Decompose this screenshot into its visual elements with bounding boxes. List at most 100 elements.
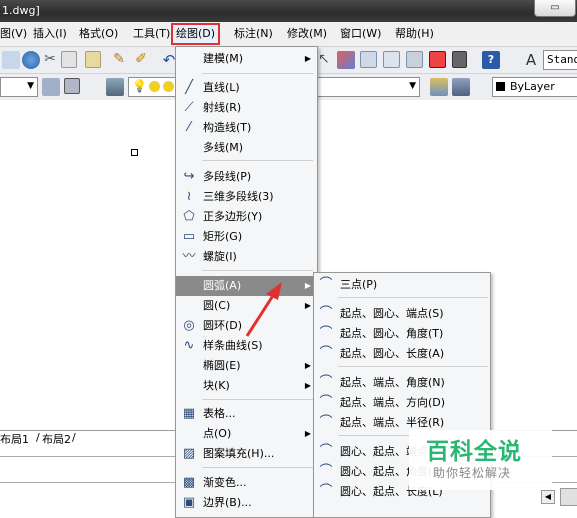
rectangle-icon: ▭ xyxy=(182,229,196,244)
separator xyxy=(202,73,313,74)
sun-icon xyxy=(149,81,160,92)
copy-icon[interactable] xyxy=(61,51,77,68)
ray-icon: ⟋ xyxy=(184,100,194,115)
arc-start-center-end[interactable]: ⌒ 起点、圆心、端点(S) xyxy=(314,304,490,324)
arc-icon: ⌒ xyxy=(319,277,333,292)
design-center-icon[interactable] xyxy=(360,51,377,68)
polygon-icon: ⬠ xyxy=(183,209,195,224)
donut-icon: ◎ xyxy=(183,318,195,333)
watermark: 百科全说 助你轻松解决 xyxy=(409,430,552,490)
separator xyxy=(202,467,313,468)
restore-button[interactable]: ▭ xyxy=(534,0,576,17)
match-properties-icon[interactable]: ✐ xyxy=(132,51,150,69)
menu-item-polyline[interactable]: ↪ 多段线(P) xyxy=(176,167,317,187)
tab-separator: / xyxy=(72,431,76,444)
cut-icon[interactable]: ✂ xyxy=(41,51,59,69)
arc-icon: ⌒ xyxy=(319,346,333,361)
gradient-icon: ▩ xyxy=(182,475,196,490)
properties-icon[interactable] xyxy=(337,51,355,69)
print-icon[interactable] xyxy=(2,51,20,69)
arc-start-end-direction[interactable]: ⌒ 起点、端点、方向(D) xyxy=(314,393,490,413)
spline-icon: ∿ xyxy=(183,338,195,353)
menu-item-ellipse[interactable]: 椭圆(E) ▶ xyxy=(176,356,317,376)
menu-item-block[interactable]: 块(K) ▶ xyxy=(176,376,317,396)
arc-start-end-angle[interactable]: ⌒ 起点、端点、角度(N) xyxy=(314,373,490,393)
pan-icon[interactable]: ↖ xyxy=(318,51,336,69)
menu-view[interactable]: 图(V) xyxy=(0,26,27,42)
layer-previous-icon[interactable] xyxy=(430,78,448,96)
menu-insert[interactable]: 插入(I) xyxy=(33,26,67,42)
paste-icon[interactable] xyxy=(85,51,101,68)
menu-item-ray[interactable]: ⟋ 射线(R) xyxy=(176,98,317,118)
menu-dimension[interactable]: 标注(N) xyxy=(234,26,273,42)
line-icon: ╱ xyxy=(185,80,193,95)
arc-icon: ⌒ xyxy=(319,415,333,430)
separator xyxy=(202,270,313,271)
menu-item-rectangle[interactable]: ▭ 矩形(G) xyxy=(176,227,317,247)
arc-icon: ⌒ xyxy=(319,484,333,499)
publish-icon[interactable] xyxy=(22,51,40,69)
arc-icon: ⌒ xyxy=(319,306,333,321)
construction-line-icon: ⁄ xyxy=(187,120,191,135)
linetype-select[interactable]: ByLayer xyxy=(492,77,577,97)
menu-item-multiline[interactable]: 多线(M) xyxy=(176,138,317,158)
boundary-icon: ▣ xyxy=(182,495,196,510)
arc-start-center-length[interactable]: ⌒ 起点、圆心、长度(A) xyxy=(314,344,490,364)
tool-palettes-icon[interactable] xyxy=(383,51,400,68)
menu-item-line[interactable]: ╱ 直线(L) xyxy=(176,78,317,98)
menu-item-boundary[interactable]: ▣ 边界(B)... xyxy=(176,493,317,513)
lightbulb-icon: 💡 xyxy=(132,79,147,93)
arc-icon: ⌒ xyxy=(319,444,333,459)
table-icon: ▦ xyxy=(182,406,196,421)
title-bar: 1.dwg] ▭ xyxy=(0,0,577,22)
arc-three-points[interactable]: ⌒ 三点(P) xyxy=(314,275,490,295)
menu-item-3d-polyline[interactable]: ≀ 三维多段线(3) xyxy=(176,187,317,207)
freeze-icon xyxy=(163,81,174,92)
sheet-set-icon[interactable] xyxy=(406,51,423,68)
menu-item-gradient[interactable]: ▩ 渐变色... xyxy=(176,473,317,493)
scrollbar-thumb[interactable] xyxy=(560,488,577,506)
menu-format[interactable]: 格式(O) xyxy=(79,26,118,42)
menu-item-hatch[interactable]: ▨ 图案填充(H)... xyxy=(176,444,317,464)
watermark-subtitle: 助你轻松解决 xyxy=(433,466,512,480)
menu-modify[interactable]: 修改(M) xyxy=(287,26,327,42)
calculator-icon[interactable] xyxy=(452,51,467,68)
menu-bar: 图(V) 插入(I) 格式(O) 工具(T) 绘图(D) 标注(N) 修改(M)… xyxy=(0,22,577,47)
separator xyxy=(202,399,313,400)
workspace-select[interactable]: ▼ xyxy=(0,77,38,97)
lock-icon[interactable] xyxy=(64,78,80,94)
text-style-icon[interactable]: A xyxy=(522,51,540,69)
color-swatch-icon xyxy=(496,82,505,91)
text-style-select[interactable]: Stand xyxy=(543,50,577,70)
tab-separator: / xyxy=(36,431,40,444)
separator xyxy=(338,297,488,298)
layer-manager-icon[interactable] xyxy=(106,78,124,96)
menu-item-table[interactable]: ▦ 表格... xyxy=(176,404,317,424)
menu-window[interactable]: 窗口(W) xyxy=(340,26,381,42)
settings-icon[interactable] xyxy=(42,78,60,96)
annotation-arrow xyxy=(245,282,282,337)
separator xyxy=(338,366,488,367)
menu-item-modeling[interactable]: 建模(M) ▶ xyxy=(176,49,317,69)
arc-icon: ⌒ xyxy=(319,395,333,410)
menu-help[interactable]: 帮助(H) xyxy=(395,26,434,42)
menu-draw[interactable]: 绘图(D) xyxy=(171,23,221,45)
menu-tools[interactable]: 工具(T) xyxy=(133,26,170,42)
layer-state-icon[interactable] xyxy=(452,78,470,96)
separator xyxy=(202,160,313,161)
help-icon[interactable]: ? xyxy=(482,51,500,69)
menu-item-point[interactable]: 点(O) ▶ xyxy=(176,424,317,444)
hatch-icon: ▨ xyxy=(182,446,196,461)
helix-icon: 〰 xyxy=(182,249,196,264)
polyline-icon: ↪ xyxy=(183,169,195,184)
window-title: 1.dwg] xyxy=(2,4,40,17)
menu-item-helix[interactable]: 〰螺旋(I) xyxy=(176,247,317,267)
brush-icon[interactable]: ✎ xyxy=(110,51,128,69)
markup-icon[interactable] xyxy=(429,51,446,68)
menu-item-construction-line[interactable]: ⁄ 构造线(T) xyxy=(176,118,317,138)
watermark-title: 百科全说 xyxy=(426,439,522,465)
arc-start-center-angle[interactable]: ⌒ 起点、圆心、角度(T) xyxy=(314,324,490,344)
3d-polyline-icon: ≀ xyxy=(186,189,192,204)
scroll-left-button[interactable]: ◀ xyxy=(541,490,555,504)
menu-item-polygon[interactable]: ⬠ 正多边形(Y) xyxy=(176,207,317,227)
